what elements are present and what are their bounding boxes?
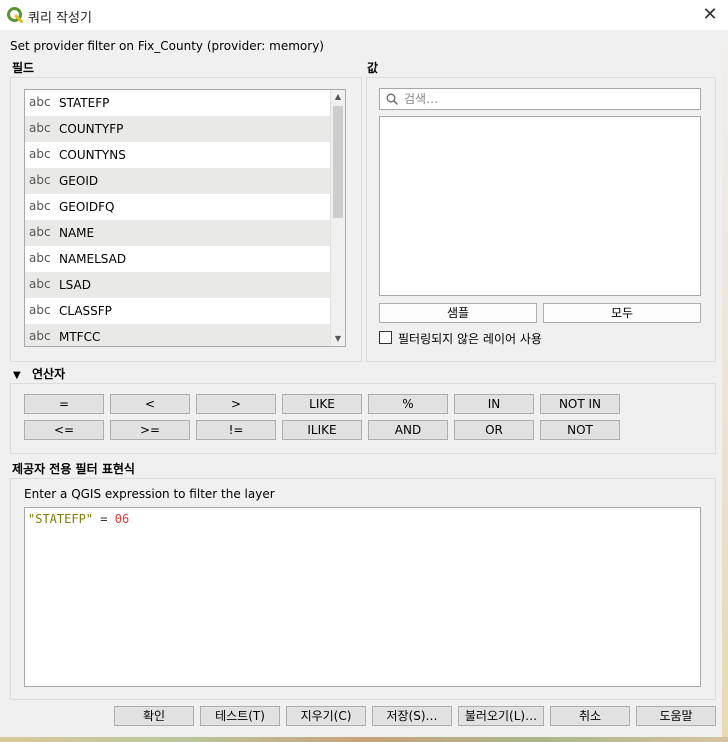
field-type: abc [29, 121, 51, 135]
field-name: COUNTYFP [59, 122, 124, 136]
title-bar: 쿼리 작성기 ✕ [0, 0, 728, 30]
field-list-item[interactable]: abc COUNTYNS [25, 142, 332, 168]
field-type: abc [29, 173, 51, 187]
field-list-item[interactable]: abc NAME [25, 220, 332, 246]
background-map-strip [0, 737, 728, 742]
operator-less-than-button[interactable]: < [110, 394, 190, 414]
field-name: NAME [59, 226, 95, 240]
field-type: abc [29, 251, 51, 265]
field-type: abc [29, 329, 51, 343]
field-list-item[interactable]: abc STATEFP [25, 90, 332, 116]
sample-button[interactable]: 샘플 [379, 303, 537, 323]
field-list-item[interactable]: abc CLASSFP [25, 298, 332, 324]
all-values-button[interactable]: 모두 [543, 303, 701, 323]
ok-button[interactable]: 확인 [114, 706, 194, 726]
collapse-arrow-icon[interactable]: ▼ [13, 370, 21, 381]
field-name: MTFCC [59, 330, 101, 344]
operator-greater-equal-button[interactable]: >= [110, 420, 190, 440]
values-list[interactable] [379, 116, 701, 296]
operator-like-button[interactable]: LIKE [282, 394, 362, 414]
values-label: 값 [367, 61, 379, 75]
field-name: GEOID [59, 174, 99, 188]
field-list-item[interactable]: abc NAMELSAD [25, 246, 332, 272]
operator-greater-than-button[interactable]: > [196, 394, 276, 414]
close-icon[interactable]: ✕ [700, 5, 720, 25]
expression-hint: Enter a QGIS expression to filter the la… [24, 487, 275, 501]
field-list-item[interactable]: abc GEOID [25, 168, 332, 194]
field-list[interactable]: abc STATEFP abc COUNTYFP abc COUNTYNS ab… [24, 89, 346, 347]
operator-in-button[interactable]: IN [454, 394, 534, 414]
values-search-input[interactable] [404, 90, 694, 108]
help-button[interactable]: 도움말 [636, 706, 716, 726]
window-title: 쿼리 작성기 [28, 11, 92, 26]
field-name: GEOIDFQ [59, 200, 115, 214]
load-button[interactable]: 불러오기(L)… [458, 706, 544, 726]
field-type: abc [29, 147, 51, 161]
field-type: abc [29, 277, 51, 291]
operator-ilike-button[interactable]: ILIKE [282, 420, 362, 440]
field-name: COUNTYNS [59, 148, 126, 162]
operator-not-equal-button[interactable]: != [196, 420, 276, 440]
operator-not-in-button[interactable]: NOT IN [540, 394, 620, 414]
expression-field-token: "STATEFP" [28, 512, 94, 526]
cancel-button[interactable]: 취소 [550, 706, 630, 726]
scroll-down-arrow-icon[interactable]: ▼ [331, 332, 345, 346]
field-list-item[interactable]: abc COUNTYFP [25, 116, 332, 142]
field-name: STATEFP [59, 96, 110, 110]
operator-not-button[interactable]: NOT [540, 420, 620, 440]
field-list-item[interactable]: abc GEOIDFQ [25, 194, 332, 220]
field-list-scrollbar[interactable]: ▲ ▼ [330, 90, 345, 346]
operators-label: 연산자 [32, 367, 66, 381]
use-unfiltered-layer-label: 필터링되지 않은 레이어 사용 [398, 332, 542, 346]
use-unfiltered-layer-checkbox[interactable] [379, 331, 392, 344]
background-map-edge [722, 30, 728, 742]
save-button[interactable]: 저장(S)… [372, 706, 452, 726]
expression-editor[interactable]: "STATEFP" = 06 [24, 507, 701, 687]
operator-less-equal-button[interactable]: <= [24, 420, 104, 440]
qgis-logo-icon [7, 7, 23, 23]
search-icon [386, 93, 398, 105]
operator-equals-button[interactable]: = [24, 394, 104, 414]
expression-section-label: 제공자 전용 필터 표현식 [12, 462, 135, 476]
values-search-box[interactable] [379, 88, 701, 110]
test-button[interactable]: 테스트(T) [200, 706, 280, 726]
field-name: CLASSFP [59, 304, 112, 318]
field-list-item[interactable]: abc MTFCC [25, 324, 332, 346]
field-name: NAMELSAD [59, 252, 127, 266]
fields-label: 필드 [12, 61, 35, 75]
field-type: abc [29, 199, 51, 213]
field-type: abc [29, 303, 51, 317]
field-list-item[interactable]: abc LSAD [25, 272, 332, 298]
clear-button[interactable]: 지우기(C) [286, 706, 366, 726]
operator-or-button[interactable]: OR [454, 420, 534, 440]
field-name: LSAD [59, 278, 91, 292]
operator-percent-button[interactable]: % [368, 394, 448, 414]
field-type: abc [29, 95, 51, 109]
scroll-up-arrow-icon[interactable]: ▲ [331, 90, 345, 104]
expression-value-token: 06 [114, 512, 130, 526]
scroll-thumb[interactable] [333, 106, 343, 218]
field-type: abc [29, 225, 51, 239]
expression-operator-token: = [100, 512, 108, 526]
provider-info-text: Set provider filter on Fix_County (provi… [10, 39, 324, 53]
operator-and-button[interactable]: AND [368, 420, 448, 440]
